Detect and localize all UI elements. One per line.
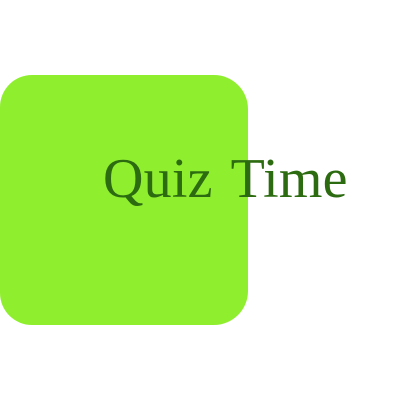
logo-word-quiz: Quiz <box>103 148 213 210</box>
logo-title: Quiz Time <box>103 151 348 207</box>
quiz-time-logo: Quiz Time <box>0 0 400 400</box>
logo-word-time: Time <box>230 148 348 210</box>
